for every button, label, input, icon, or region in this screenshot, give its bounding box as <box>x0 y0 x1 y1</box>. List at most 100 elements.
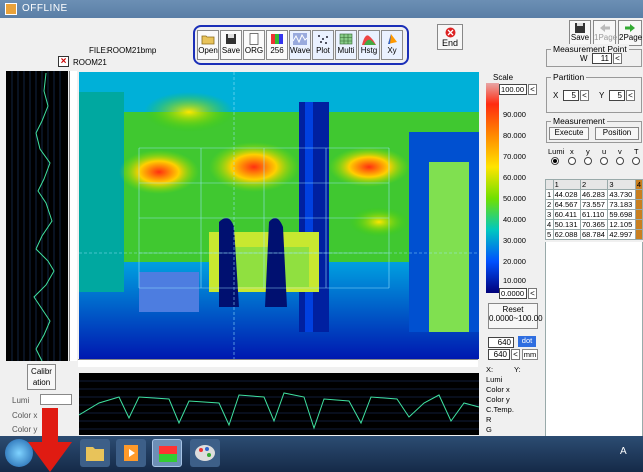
xy-button[interactable]: Xy <box>381 30 403 60</box>
luminance-map <box>79 72 479 359</box>
measurement-group: Measurement Execute Position <box>546 116 642 143</box>
save-label: Save <box>221 46 241 55</box>
horizontal-profile-plot <box>79 380 479 430</box>
table-cell: 60.411 <box>552 209 581 220</box>
plot-button[interactable]: Plot <box>312 30 334 60</box>
luminance-app-taskbar-button[interactable] <box>152 439 182 467</box>
scale-min-field[interactable]: 0.0000 <box>499 288 527 299</box>
media-taskbar-button[interactable] <box>116 439 146 467</box>
radio-v[interactable] <box>616 157 624 165</box>
width-field[interactable]: 640 <box>488 337 514 348</box>
radio-t[interactable] <box>632 157 640 165</box>
table-cell: 50.131 <box>552 219 581 230</box>
table-empty-area <box>545 242 643 450</box>
stop-icon <box>445 27 455 38</box>
radio-x[interactable] <box>568 157 576 165</box>
radio-label-x: x <box>570 147 574 156</box>
scale-max-field[interactable]: 100.00 <box>499 84 527 95</box>
partition-x-arrow[interactable]: < <box>580 90 589 101</box>
table-row[interactable]: 3 60.411 61.110 59.698 <box>545 209 643 220</box>
table-header-row: 1 2 3 4 <box>545 179 643 190</box>
radio-y[interactable] <box>584 157 592 165</box>
y-label: Y: <box>514 365 521 374</box>
height-arrow-button[interactable]: < <box>511 349 520 360</box>
histogram-icon <box>362 35 376 45</box>
height-field[interactable]: 640 <box>488 349 510 360</box>
calibration-button[interactable]: Calibration <box>27 364 56 390</box>
table-header-cell: 3 <box>607 179 636 190</box>
radio-label-u: u <box>602 147 607 156</box>
execute-button[interactable]: Execute <box>549 127 589 140</box>
file-label: FILE: <box>89 46 109 55</box>
reset-button[interactable]: Reset 0.0000~100.00 <box>488 303 543 329</box>
info-lumi: Lumi <box>486 375 503 384</box>
explorer-taskbar-button[interactable] <box>80 439 110 467</box>
paint-taskbar-button[interactable] <box>190 439 220 467</box>
table-cell: 61.110 <box>579 209 609 220</box>
table-cell: 46.283 <box>579 189 609 200</box>
histogram-button[interactable]: Hstg <box>358 30 380 60</box>
image-name: ROOM21 <box>73 58 107 67</box>
vertical-profile-plot <box>11 71 61 361</box>
palette-256-button[interactable]: 256 <box>266 30 288 60</box>
scale-max-arrow-button[interactable]: < <box>528 84 537 95</box>
color-scale-panel: Scale 100.00 < 90.000 80.000 70.000 60.0… <box>485 73 543 363</box>
table-cell <box>634 209 643 220</box>
radio-label-t: T <box>634 147 639 156</box>
org-button[interactable]: ORG <box>243 30 265 60</box>
table-row[interactable]: 5 62.088 68.784 42.997 <box>545 229 643 240</box>
table-row[interactable]: 2 64.567 73.557 73.183 <box>545 199 643 210</box>
partition-x-field[interactable]: 5 <box>563 90 579 101</box>
partition-x-label: X <box>553 91 559 100</box>
save-button[interactable]: Save <box>220 30 242 60</box>
table-cell: 42.997 <box>607 229 636 240</box>
w-label: W <box>580 54 588 63</box>
partition-y-field[interactable]: 5 <box>609 90 625 101</box>
info-g: G <box>486 425 492 434</box>
table-row[interactable]: 1 44.028 46.283 43.730 <box>545 189 643 200</box>
multi-label: Multi <box>337 46 355 55</box>
measurement-title: Measurement <box>551 116 607 126</box>
scale-tick: 60.000 <box>503 173 526 182</box>
horizontal-profile-graph <box>79 373 479 435</box>
vertical-profile-graph <box>6 71 68 361</box>
horizontal-ruler <box>78 359 478 367</box>
w-field[interactable]: 11 <box>592 53 612 64</box>
vertical-ruler <box>69 71 77 361</box>
w-arrow-button[interactable]: < <box>613 53 622 64</box>
toolbar: Open Save ORG 256 Wave Plot Multi Hstg X… <box>193 25 409 65</box>
grid-icon <box>339 33 353 45</box>
close-image-button[interactable]: × <box>58 56 69 67</box>
measurement-sidebar: Measurement Point W 11 < Partition X 5 <… <box>544 36 643 454</box>
unit-mm[interactable]: mm <box>522 349 538 360</box>
wave-button[interactable]: Wave <box>289 30 311 60</box>
partition-y-arrow[interactable]: < <box>626 90 635 101</box>
x-label: X: <box>486 365 494 374</box>
table-cell: 44.028 <box>552 189 581 200</box>
multi-button[interactable]: Multi <box>335 30 357 60</box>
file-name: ROOM21bmp <box>107 46 157 55</box>
table-header-cell: 1 <box>552 179 581 190</box>
info-colory: Color y <box>486 395 510 404</box>
open-button[interactable]: Open <box>197 30 219 60</box>
table-header-cell: 2 <box>579 179 609 190</box>
radio-lumi[interactable] <box>551 157 559 165</box>
calib-lumi-field[interactable] <box>40 394 72 405</box>
row-index: 1 <box>545 189 554 200</box>
false-color-image[interactable] <box>79 72 479 359</box>
main-window: Open Save ORG 256 Wave Plot Multi Hstg X… <box>0 18 643 450</box>
end-button[interactable]: End <box>437 24 463 50</box>
reset-label: Reset <box>502 305 524 314</box>
radio-label-lumi: Lumi <box>548 147 565 156</box>
position-button[interactable]: Position <box>595 127 639 140</box>
scale-tick: 70.000 <box>503 152 526 161</box>
table-row[interactable]: 4 50.131 70.365 12.105 <box>545 219 643 230</box>
display-mode-radios: Lumi x y u v T <box>546 147 642 173</box>
table-cell: 73.183 <box>607 199 636 210</box>
arrow-right-icon <box>625 24 635 32</box>
unit-dot[interactable]: dot <box>518 336 536 347</box>
radio-u[interactable] <box>600 157 608 165</box>
table-header-cell <box>545 179 554 190</box>
scale-min-arrow-button[interactable]: < <box>528 288 537 299</box>
open-label: Open <box>198 46 218 55</box>
